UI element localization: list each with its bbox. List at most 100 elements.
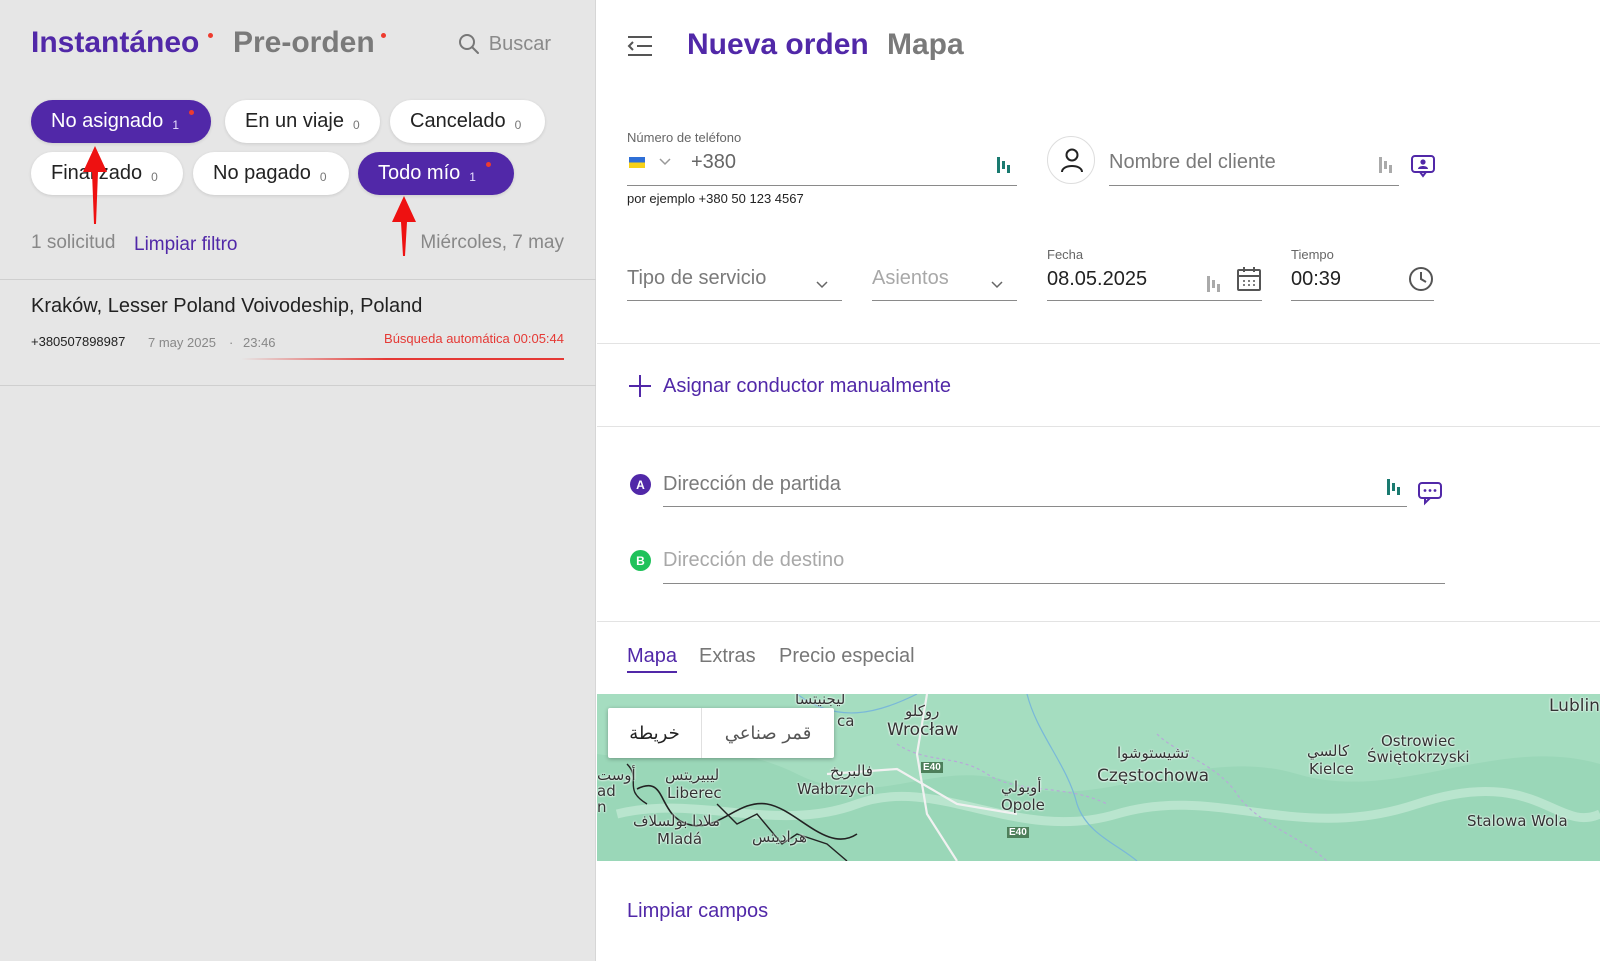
- road-marker: E40: [921, 762, 943, 773]
- tab-preorder[interactable]: Pre-orden: [233, 26, 386, 60]
- voice-dictation-icon[interactable]: [1205, 274, 1221, 294]
- seats-select[interactable]: Asientos: [872, 259, 1017, 301]
- destination-address-field[interactable]: Dirección de destino: [663, 542, 1445, 584]
- order-status: Búsqueda automática 00:05:44: [384, 331, 564, 346]
- notification-dot: [486, 162, 491, 167]
- voice-dictation-icon[interactable]: [995, 155, 1011, 175]
- service-type-select[interactable]: Tipo de servicio: [627, 259, 842, 301]
- orders-panel: Instantáneo Pre-orden Buscar No asignado…: [0, 0, 596, 961]
- menu-collapse-icon[interactable]: [627, 34, 653, 58]
- road-marker: E40: [1007, 827, 1029, 838]
- user-icon: [1061, 148, 1083, 173]
- order-time: 23:46: [243, 335, 276, 350]
- map-label: Kielce: [1309, 760, 1354, 778]
- time-field[interactable]: 00:39: [1291, 262, 1434, 301]
- notification-dot: [189, 110, 194, 115]
- tab-map[interactable]: Mapa: [887, 28, 964, 62]
- list-date: Miércoles, 7 may: [420, 232, 564, 253]
- map-label: ليجنيتسا: [795, 694, 846, 708]
- map-label: Liberec: [667, 784, 722, 802]
- voice-dictation-icon[interactable]: [1377, 155, 1393, 175]
- chevron-down-icon: [991, 281, 1003, 289]
- filter-on-trip[interactable]: En un viaje 0: [225, 100, 380, 143]
- map-label: تشيستوشوا: [1117, 744, 1190, 762]
- filter-cancelled[interactable]: Cancelado 0: [390, 100, 545, 143]
- client-name-input[interactable]: Nombre del cliente: [1109, 151, 1276, 174]
- bottom-tabs: Mapa Extras Precio especial: [627, 645, 1227, 675]
- filter-unassigned[interactable]: No asignado 1: [31, 100, 211, 143]
- map-view[interactable]: خريطة قمر صناعي ليجنيتسا ca روكلو Wrocła…: [597, 694, 1600, 861]
- order-date: 7 may 2025: [148, 335, 216, 350]
- map-label: فالبريخ: [830, 762, 873, 780]
- pickup-address-input[interactable]: Dirección de partida: [663, 473, 841, 496]
- phone-field[interactable]: +380: [627, 145, 1017, 186]
- map-label: كالسي: [1307, 742, 1350, 760]
- tab-new-order[interactable]: Nueva orden: [687, 28, 869, 62]
- time-label: Tiempo: [1291, 247, 1334, 262]
- ukraine-flag-icon: [629, 157, 645, 168]
- client-name-field[interactable]: Nombre del cliente: [1109, 145, 1399, 186]
- date-field[interactable]: 08.05.2025: [1047, 262, 1262, 301]
- search-icon: [458, 34, 479, 54]
- date-label: Fecha: [1047, 247, 1084, 262]
- map-label: ملادا بولسلاف: [633, 812, 720, 830]
- map-label: روكلو: [905, 702, 940, 720]
- order-list-item[interactable]: Kraków, Lesser Poland Voivodeship, Polan…: [31, 295, 564, 370]
- map-label: Świętokrzyski: [1367, 748, 1470, 766]
- filter-unpaid[interactable]: No pagado 0: [193, 152, 349, 195]
- chevron-down-icon[interactable]: [659, 158, 671, 166]
- orders-meta: 1 solicitud Limpiar filtro Miércoles, 7 …: [31, 230, 564, 260]
- filter-all-mine[interactable]: Todo mío 1: [358, 152, 514, 195]
- map-label: Częstochowa: [1097, 766, 1210, 786]
- pickup-address-field[interactable]: Dirección de partida: [663, 465, 1407, 507]
- new-order-header: Nueva orden Mapa: [627, 26, 1127, 66]
- divider: [0, 279, 596, 280]
- map-type-map-button[interactable]: خريطة: [608, 708, 702, 758]
- map-label: Opole: [1001, 796, 1045, 814]
- map-type-satellite-button[interactable]: قمر صناعي: [702, 708, 834, 758]
- clear-filter-link[interactable]: Limpiar filtro: [134, 234, 237, 256]
- tab-special-price[interactable]: Precio especial: [779, 645, 915, 668]
- tab-extras[interactable]: Extras: [699, 645, 756, 668]
- avatar[interactable]: [1047, 136, 1095, 184]
- order-phone: +380507898987: [31, 334, 126, 349]
- assign-driver-button[interactable]: Asignar conductor manualmente: [627, 373, 951, 399]
- tab-instant[interactable]: Instantáneo: [31, 26, 213, 60]
- chevron-down-icon: [816, 281, 828, 289]
- map-label: Wałbrzych: [797, 780, 875, 798]
- divider: [597, 621, 1600, 622]
- message-icon[interactable]: [1417, 480, 1443, 506]
- clock-icon[interactable]: [1408, 266, 1434, 292]
- pickup-badge: A: [630, 474, 651, 495]
- notification-dot: [208, 33, 213, 38]
- divider: [597, 426, 1600, 427]
- divider: [597, 343, 1600, 344]
- voice-dictation-icon[interactable]: [1385, 477, 1401, 497]
- date-input[interactable]: 08.05.2025: [1047, 268, 1147, 291]
- destination-address-input[interactable]: Dirección de destino: [663, 549, 844, 572]
- calendar-icon[interactable]: [1236, 266, 1262, 292]
- destination-badge: B: [630, 550, 651, 571]
- map-label: n: [597, 798, 607, 816]
- search-label: Buscar: [488, 32, 551, 55]
- map-label: ca: [837, 712, 855, 730]
- search-progress-bar: [241, 358, 564, 360]
- map-label: Lublin: [1549, 696, 1600, 716]
- map-label: Mladá: [657, 830, 703, 848]
- map-label: هراديتس: [752, 828, 807, 846]
- map-label: ليبيريتس: [665, 766, 720, 784]
- divider: [0, 385, 596, 386]
- contact-card-icon[interactable]: [1410, 154, 1436, 178]
- annotation-arrow: [83, 146, 107, 224]
- clear-fields-button[interactable]: Limpiar campos: [627, 900, 768, 923]
- search-button[interactable]: Buscar: [457, 32, 551, 56]
- request-count: 1 solicitud: [31, 232, 116, 253]
- phone-hint: por ejemplo +380 50 123 4567: [627, 191, 804, 206]
- phone-input[interactable]: +380: [691, 151, 736, 174]
- time-input[interactable]: 00:39: [1291, 268, 1341, 291]
- annotation-arrow: [392, 196, 416, 256]
- tab-map-view[interactable]: Mapa: [627, 645, 678, 673]
- map-label: Wrocław: [887, 720, 959, 740]
- order-separator: ·: [229, 335, 234, 350]
- notification-dot: [381, 33, 386, 38]
